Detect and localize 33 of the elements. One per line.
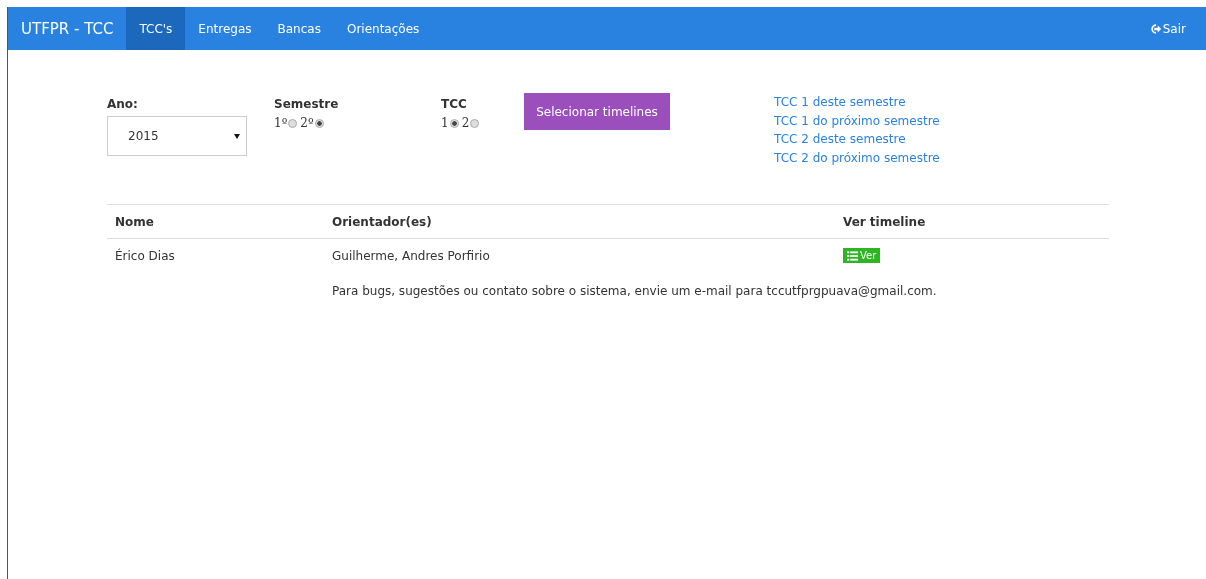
nav-tab[interactable]: TCC's — [126, 7, 186, 50]
timeline-link[interactable]: TCC 1 deste semestre — [774, 93, 940, 112]
year-select[interactable]: 2015 — [107, 116, 247, 156]
nav-tab[interactable]: Orientações — [333, 7, 433, 50]
timeline-link[interactable]: TCC 2 do próximo semestre — [774, 148, 940, 167]
logout-link[interactable]: Sair — [1149, 7, 1206, 50]
radio-label: 1 — [441, 116, 449, 130]
radio-button[interactable] — [470, 118, 480, 128]
list-icon — [847, 250, 858, 261]
brand-link[interactable]: UTFPR - TCC — [8, 7, 127, 50]
table-cell-text: Érico Dias — [114, 248, 176, 263]
timeline-link[interactable]: TCC 1 do próximo semestre — [774, 111, 940, 130]
logout-icon — [1149, 22, 1162, 35]
radio-button[interactable] — [288, 118, 298, 128]
table-cell-text: Guilherme, Andres Porfirio — [331, 248, 491, 263]
column-header: Ver timeline — [842, 214, 926, 229]
footer-text: Para bugs, sugestões ou contato sobre o sistema, envie um e-mail para tccutfprgpuava@gmail.com. — [332, 284, 938, 298]
radio-label: 2º — [300, 116, 314, 130]
field-label: Ano: — [107, 97, 139, 111]
field-label: TCC — [441, 97, 468, 111]
select-timelines-button[interactable]: Selecionar timelines — [524, 93, 670, 130]
field-label: Semestre — [274, 97, 340, 111]
column-header: Orientador(es) — [331, 214, 433, 229]
radio-button[interactable] — [449, 118, 459, 128]
column-header: Nome — [114, 214, 155, 229]
view-button[interactable]: Ver — [843, 248, 881, 263]
timeline-link[interactable]: TCC 2 deste semestre — [774, 130, 940, 149]
radio-label: 1º — [274, 116, 288, 130]
nav-tab[interactable]: Entregas — [185, 7, 265, 50]
nav-tab[interactable]: Bancas — [264, 7, 334, 50]
caret-icon — [234, 133, 240, 139]
radio-label: 2 — [461, 116, 470, 130]
radio-button[interactable] — [314, 118, 324, 128]
